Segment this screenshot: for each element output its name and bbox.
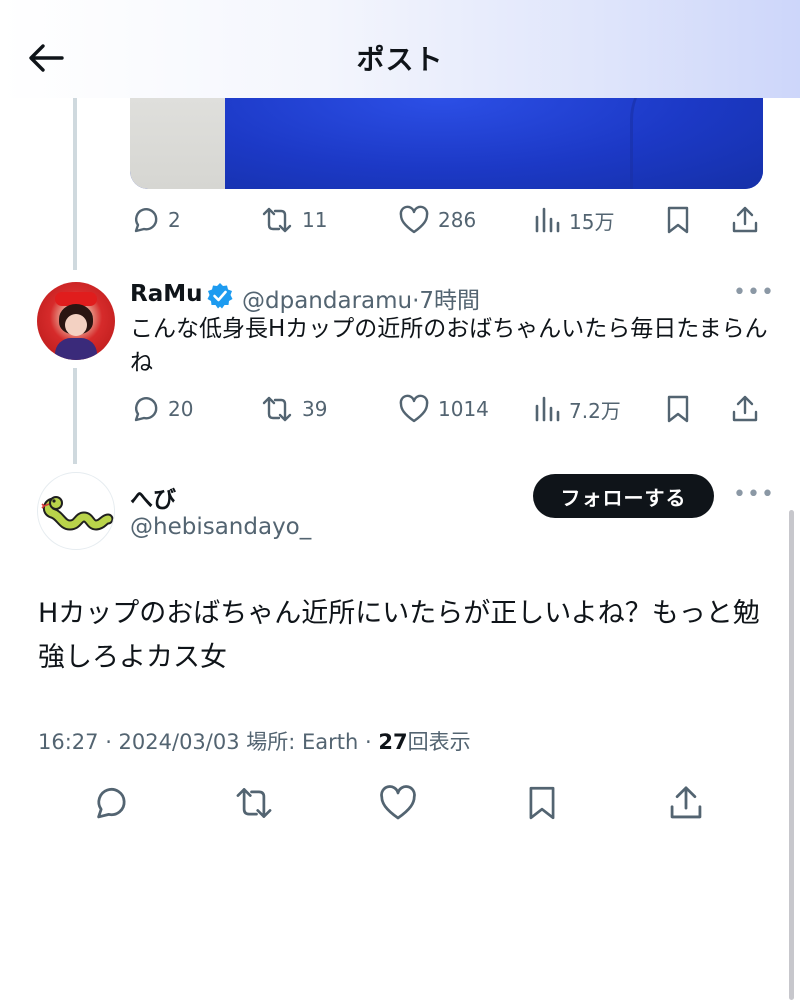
views-icon: [535, 207, 560, 233]
bookmark-button[interactable]: [519, 780, 565, 826]
snake-icon: [41, 496, 114, 531]
repost-icon: [236, 788, 272, 818]
post-meta: 16:27 · 2024/03/03 場所: Earth · 27回表示: [38, 726, 471, 756]
view-label: 回表示: [407, 730, 471, 754]
like-button[interactable]: [375, 780, 421, 826]
share-button[interactable]: [663, 780, 709, 826]
post-text: Hカップのおばちゃん近所にいたらが正しいよね？もっと勉強しろよカス女: [38, 598, 760, 673]
share-button[interactable]: [730, 389, 760, 429]
like-button[interactable]: 1014: [398, 389, 489, 429]
follow-button[interactable]: フォローする: [533, 474, 714, 518]
reply-more-button[interactable]: •••: [733, 280, 775, 305]
like-icon: [399, 394, 429, 423]
reply-author-handle[interactable]: @dpandaramu·7時間: [242, 281, 480, 315]
bookmark-button[interactable]: [665, 200, 691, 240]
view-count: 27: [378, 730, 408, 754]
more-icon: •••: [733, 280, 775, 305]
reply-text: こんな低身長Hカップの近所のおばちゃんいたら毎日たまらんね: [130, 316, 768, 376]
like-icon: [380, 785, 416, 820]
bookmark-button[interactable]: [665, 389, 691, 429]
reply-time: 7時間: [419, 288, 481, 314]
reply-icon: [134, 208, 158, 233]
bookmark-icon: [667, 206, 689, 234]
bookmark-icon: [667, 395, 689, 423]
views-button[interactable]: 7.2万: [533, 389, 621, 429]
views-icon: [535, 396, 560, 422]
reply-count: 2: [168, 208, 181, 232]
avatar-ramu[interactable]: [37, 282, 115, 360]
repost-count: 39: [302, 397, 328, 421]
views-count: 7.2万: [569, 398, 621, 423]
repost-button[interactable]: 39: [260, 389, 327, 429]
repost-icon: [262, 396, 292, 422]
repost-button[interactable]: 11: [260, 200, 327, 240]
share-icon: [670, 786, 702, 819]
thread-line-top: [73, 98, 77, 270]
post-timestamp[interactable]: 16:27 · 2024/03/03: [38, 730, 240, 754]
like-icon: [399, 205, 429, 234]
reply-icon: [134, 397, 158, 422]
repost-count: 11: [302, 208, 328, 232]
views-button[interactable]: 15万: [533, 200, 614, 240]
share-button[interactable]: [730, 200, 760, 240]
verified-badge-icon: [207, 283, 233, 309]
share-icon: [732, 206, 758, 233]
like-count: 286: [438, 208, 477, 232]
top-bar: ポスト: [0, 0, 800, 98]
scrollbar[interactable]: [789, 510, 794, 1000]
reply-icon: [97, 788, 126, 819]
repost-button[interactable]: [231, 780, 277, 826]
reply-button[interactable]: [87, 780, 133, 826]
previous-post-actions: 2 11 286 15万: [130, 200, 770, 240]
page-title: ポスト: [356, 43, 444, 76]
reply-button[interactable]: 2: [130, 200, 181, 240]
post-more-button[interactable]: •••: [733, 482, 775, 507]
post-location: 場所: Earth ·: [246, 730, 372, 754]
post-author-handle[interactable]: @hebisandayo_: [130, 514, 311, 540]
reply-button[interactable]: 20: [130, 389, 193, 429]
like-button[interactable]: 286: [398, 200, 476, 240]
bookmark-icon: [529, 786, 555, 820]
views-count: 15万: [569, 209, 615, 234]
thread-line-middle: [73, 368, 77, 464]
share-icon: [732, 395, 758, 422]
post-author-name[interactable]: へび: [130, 480, 176, 514]
reply-author-name[interactable]: RaMu: [130, 281, 203, 307]
like-count: 1014: [438, 397, 489, 421]
reply-count: 20: [168, 397, 194, 421]
post-actions: [0, 780, 800, 826]
repost-icon: [262, 207, 292, 233]
avatar-hebi[interactable]: [37, 472, 115, 550]
reply-actions: 20 39 1014 7.2万: [130, 389, 770, 429]
more-icon: •••: [733, 482, 775, 507]
